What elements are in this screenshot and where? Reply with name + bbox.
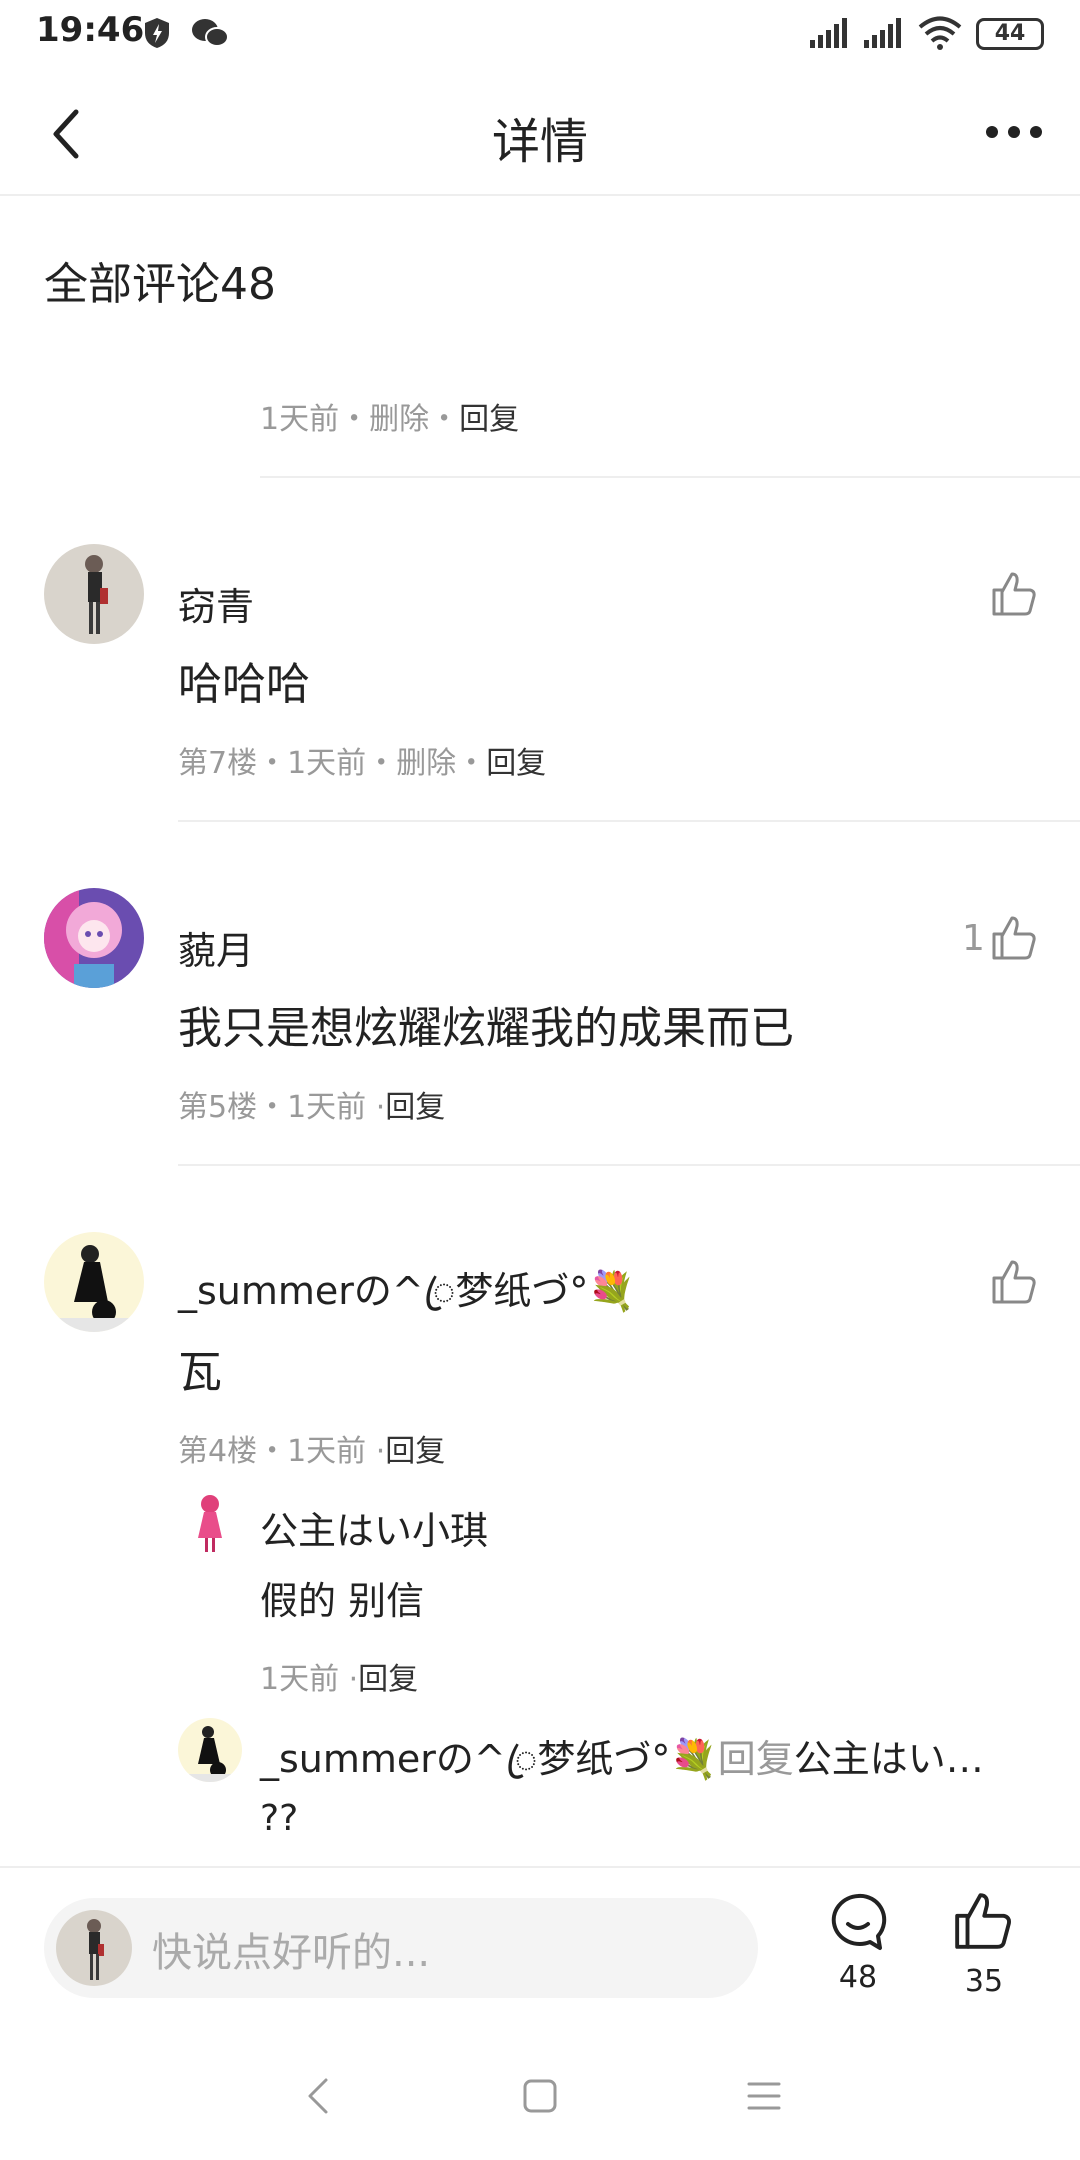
comment-avatar[interactable]: [44, 544, 144, 648]
reply-target[interactable]: 公主はい…: [794, 1737, 984, 1781]
more-dots-icon[interactable]: [984, 122, 1044, 142]
reply-avatar[interactable]: [178, 1490, 242, 1558]
delete-link[interactable]: 删除: [369, 402, 429, 437]
comment-text: 我只是想炫耀炫耀我的成果而已: [178, 1003, 794, 1054]
bottom-input-bar: 快说点好听的... 48 35: [0, 1866, 1080, 2030]
comments-section-title: 全部评论48: [44, 259, 276, 310]
system-menu-icon[interactable]: [746, 2080, 782, 2112]
reply-link[interactable]: 回复: [358, 1662, 418, 1697]
reply-link[interactable]: 回复: [385, 1434, 445, 1469]
separator: ・: [257, 746, 288, 781]
avatar: [44, 888, 144, 988]
shield-icon: [145, 18, 169, 48]
avatar: [178, 1490, 242, 1554]
comment-count-button[interactable]: 48: [820, 1890, 896, 2010]
page-title: 详情: [491, 114, 588, 170]
status-time: 19:46: [36, 10, 145, 50]
reply-author[interactable]: _summerの^ꦿ梦纸づ°💐: [260, 1737, 718, 1781]
divider: [178, 1164, 1080, 1166]
reply-meta: 1天前 ·回复: [260, 1662, 419, 1697]
thumbs-up-icon[interactable]: [990, 914, 1038, 962]
like-count: 35: [964, 1964, 1004, 1999]
avatar: [44, 1232, 144, 1332]
divider: [260, 476, 1080, 478]
system-nav-bar: [0, 2030, 1080, 2160]
battery-indicator: 44: [976, 18, 1044, 50]
floor-label: 第7楼: [178, 746, 258, 781]
floor-label: 第5楼: [178, 1090, 258, 1125]
comment-meta: 第4楼・1天前 ·回复: [178, 1434, 446, 1469]
system-home-icon[interactable]: [522, 2078, 558, 2114]
wechat-icon: [192, 19, 229, 47]
partial-time: 1天前: [260, 402, 340, 437]
comment-author[interactable]: 藐月: [178, 920, 254, 975]
separator: ・: [339, 402, 370, 437]
separator: ・: [257, 1434, 288, 1469]
comment-time: 1天前: [287, 1434, 367, 1469]
comment-author[interactable]: 窃青: [178, 576, 254, 631]
comment-author[interactable]: _summerの^ꦿ梦纸づ°💐: [178, 1260, 636, 1339]
reply-word: 回复: [717, 1737, 794, 1781]
signal-icon-2: [864, 18, 901, 48]
separator: ・: [366, 746, 397, 781]
signal-icon: [810, 18, 847, 48]
thumbs-up-icon: [955, 1893, 1011, 1949]
thumbs-up-icon[interactable]: [990, 570, 1038, 618]
delete-link[interactable]: 删除: [396, 746, 456, 781]
avatar: [56, 1910, 132, 1986]
avatar: [44, 544, 144, 644]
reply-text: ??: [260, 1798, 299, 1839]
status-bar: 19:46 44: [0, 0, 1080, 70]
separator: ・: [456, 746, 487, 781]
comment-bubble-icon: [831, 1893, 887, 1950]
reply-link[interactable]: 回复: [486, 746, 546, 781]
comment-input[interactable]: 快说点好听的...: [44, 1898, 758, 1998]
system-back-icon[interactable]: [306, 2076, 330, 2116]
partial-comment-meta: 1天前・删除・回复: [260, 394, 519, 438]
comment-meta: 第5楼・1天前 ·回复: [178, 1090, 446, 1125]
comment-time: 1天前: [287, 1090, 367, 1125]
reply-line: _summerの^ꦿ梦纸づ°💐回复公主はい…: [260, 1728, 984, 1807]
comment-time: 1天前: [287, 746, 367, 781]
comment-meta: 第7楼・1天前・删除・回复: [178, 738, 546, 782]
reply-avatar[interactable]: [178, 1718, 242, 1786]
like-button[interactable]: 35: [946, 1890, 1022, 2014]
comment-count: 48: [838, 1960, 878, 1995]
comment-text: 瓦: [178, 1347, 222, 1398]
reply-text: 假的 别信: [260, 1579, 425, 1623]
avatar: [178, 1718, 242, 1782]
reply-link[interactable]: 回复: [459, 402, 519, 437]
like-count: 1: [962, 918, 985, 959]
thumbs-up-icon[interactable]: [990, 1258, 1038, 1306]
nav-bar: 详情: [0, 70, 1080, 196]
separator: ・: [429, 402, 460, 437]
reply-author[interactable]: 公主はい小琪: [260, 1500, 488, 1555]
comment-text: 哈哈哈: [178, 659, 310, 710]
reply-link[interactable]: 回复: [385, 1090, 445, 1125]
reply-time: 1天前: [260, 1662, 340, 1697]
comment-avatar[interactable]: [44, 1232, 144, 1336]
floor-label: 第4楼: [178, 1434, 258, 1469]
input-placeholder: 快说点好听的...: [152, 1930, 431, 1976]
separator: ・: [257, 1090, 288, 1125]
wifi-icon: [918, 16, 962, 50]
comment-avatar[interactable]: [44, 888, 144, 992]
divider: [178, 820, 1080, 822]
